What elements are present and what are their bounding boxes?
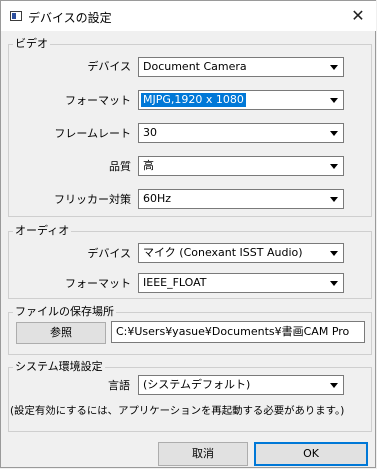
language-value: (システムデフォルト) xyxy=(143,378,251,391)
audio-device-select[interactable]: マイク (Conexant ISST Audio) xyxy=(138,243,344,263)
video-flicker-value: 60Hz xyxy=(143,192,172,205)
video-format-value: MJPG,1920 x 1080 xyxy=(141,93,246,107)
chevron-down-icon xyxy=(330,383,338,388)
browse-button[interactable]: 参照 xyxy=(16,322,106,344)
video-framerate-value: 30 xyxy=(143,126,157,139)
audio-group-label: オーディオ xyxy=(13,224,72,238)
video-flicker-label: フリッカー対策 xyxy=(54,193,131,206)
video-framerate-select[interactable]: 30 xyxy=(138,123,344,143)
video-format-select[interactable]: MJPG,1920 x 1080 xyxy=(138,90,344,110)
browse-button-label: 参照 xyxy=(50,326,72,339)
video-group-label: ビデオ xyxy=(13,37,50,51)
system-settings-group-label: システム環境設定 xyxy=(13,360,105,374)
chevron-down-icon xyxy=(330,65,338,70)
video-device-value: Document Camera xyxy=(143,60,247,73)
close-icon[interactable]: ✕ xyxy=(340,1,376,31)
video-flicker-select[interactable]: 60Hz xyxy=(138,189,344,209)
ok-button[interactable]: OK xyxy=(254,442,368,466)
video-device-select[interactable]: Document Camera xyxy=(138,57,344,77)
chevron-down-icon xyxy=(330,98,338,103)
audio-device-value: マイク (Conexant ISST Audio) xyxy=(143,246,303,259)
chevron-down-icon xyxy=(330,131,338,136)
video-framerate-label: フレームレート xyxy=(54,127,131,140)
save-location-group-label: ファイルの保存場所 xyxy=(13,305,116,319)
device-settings-dialog: デバイスの設定 ✕ ビデオ デバイス Document Camera フォーマッ… xyxy=(0,0,376,468)
cancel-button[interactable]: 取消 xyxy=(158,442,248,466)
chevron-down-icon xyxy=(330,164,338,169)
audio-format-label: フォーマット xyxy=(65,277,131,290)
window-title: デバイスの設定 xyxy=(28,11,112,25)
save-path-field[interactable]: C:¥Users¥yasue¥Documents¥書画CAM Pro xyxy=(111,321,365,343)
audio-format-value: IEEE_FLOAT xyxy=(143,276,207,289)
ok-button-label: OK xyxy=(303,447,319,460)
audio-device-label: デバイス xyxy=(87,247,131,260)
save-path-value: C:¥Users¥yasue¥Documents¥書画CAM Pro xyxy=(116,325,350,338)
chevron-down-icon xyxy=(330,197,338,202)
video-format-label: フォーマット xyxy=(65,94,131,107)
chevron-down-icon xyxy=(330,251,338,256)
language-label: 言語 xyxy=(108,379,130,392)
window-icon xyxy=(10,11,22,21)
video-quality-select[interactable]: 高 xyxy=(138,156,344,176)
title-bar: デバイスの設定 ✕ xyxy=(1,1,376,31)
restart-note: (設定有効にするには、アプリケーションを再起動する必要があります。) xyxy=(10,405,345,417)
video-quality-value: 高 xyxy=(143,159,154,172)
audio-format-select[interactable]: IEEE_FLOAT xyxy=(138,273,344,293)
video-device-label: デバイス xyxy=(87,60,131,73)
language-select[interactable]: (システムデフォルト) xyxy=(138,375,344,395)
video-quality-label: 品質 xyxy=(109,160,131,173)
chevron-down-icon xyxy=(330,281,338,286)
cancel-button-label: 取消 xyxy=(192,447,214,460)
